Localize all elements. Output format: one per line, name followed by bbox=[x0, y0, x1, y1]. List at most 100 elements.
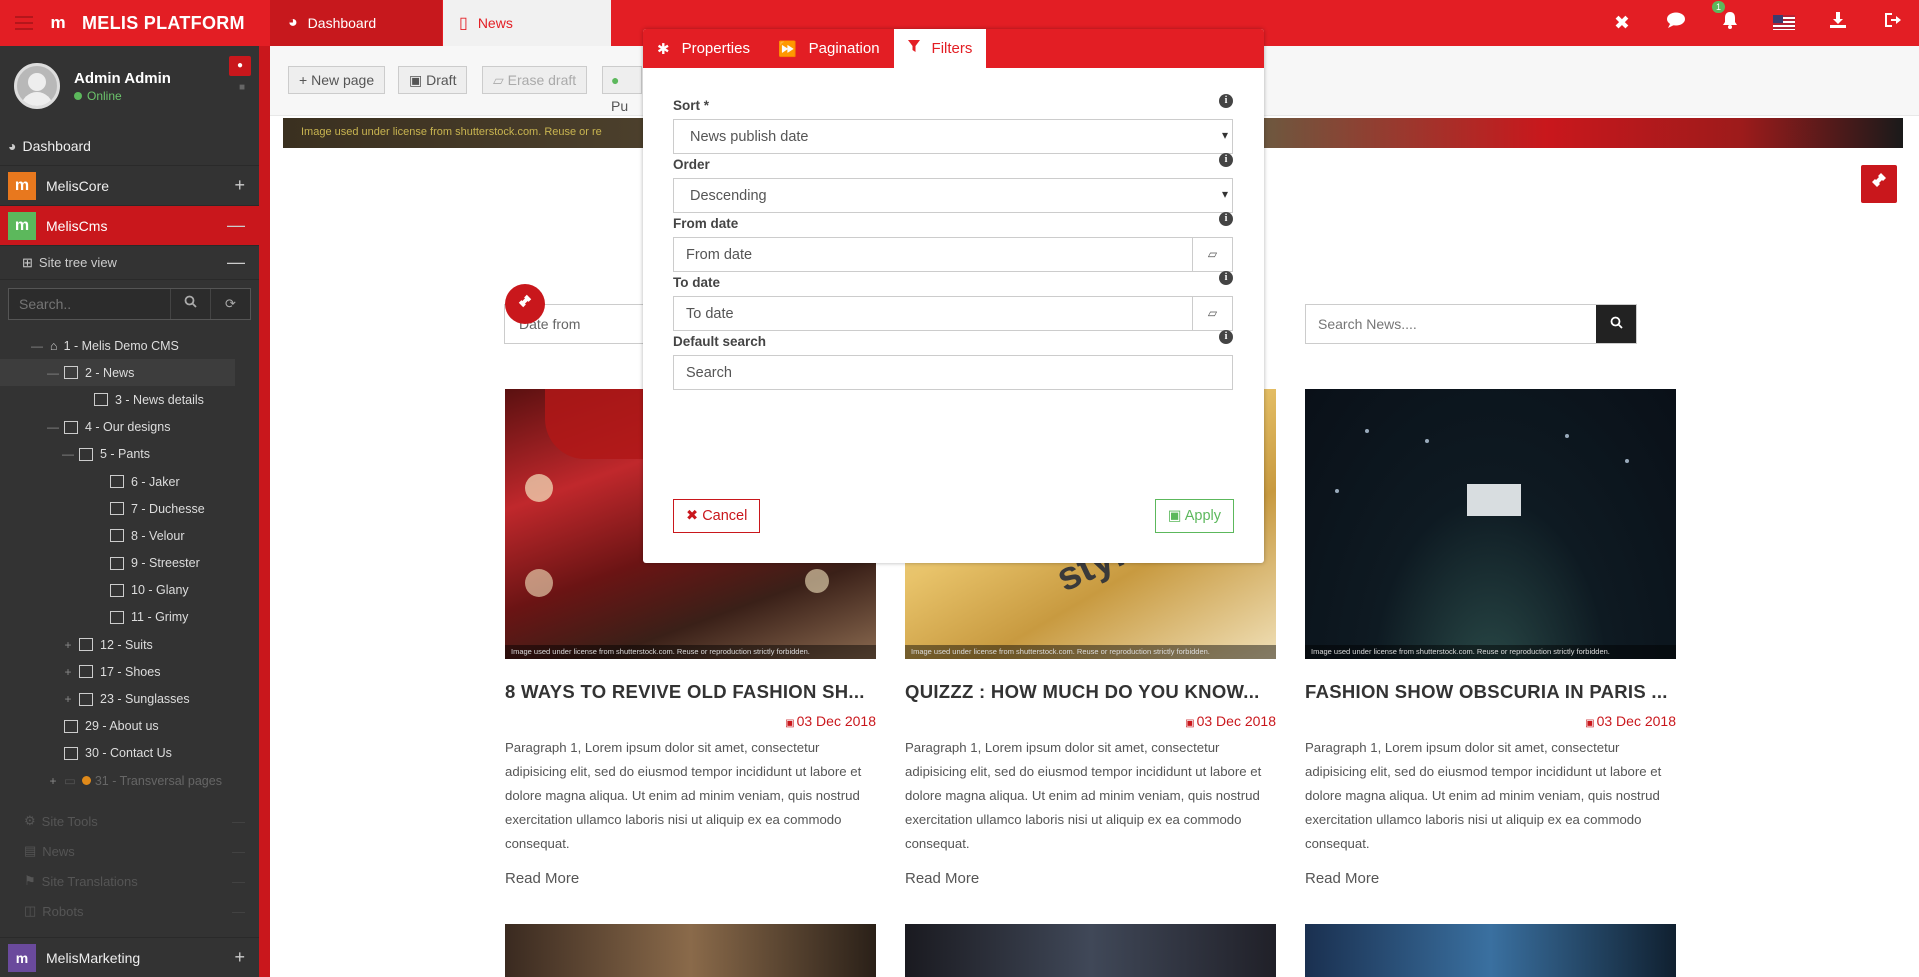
news-title[interactable]: 8 WAYS TO REVIVE OLD FASHION SH... bbox=[505, 681, 876, 703]
sidebar-resize-handle[interactable] bbox=[259, 46, 270, 977]
search-icon[interactable] bbox=[1596, 305, 1636, 343]
tree-node[interactable]: + 17 - Shoes bbox=[0, 658, 259, 685]
lock-icon[interactable]: ■ bbox=[239, 82, 245, 93]
search-icon[interactable] bbox=[170, 289, 210, 319]
collapse-icon[interactable]: — bbox=[227, 215, 245, 236]
apply-button[interactable]: ▣ Apply bbox=[1154, 499, 1234, 533]
expand-icon[interactable]: + bbox=[61, 638, 75, 652]
tree-node[interactable]: 6 - Jaker bbox=[0, 468, 259, 495]
tree-node[interactable]: 10 - Glany bbox=[0, 577, 259, 604]
collapse-icon[interactable]: — bbox=[232, 814, 245, 829]
sort-select[interactable]: News publish date bbox=[673, 119, 1233, 154]
tree-node[interactable]: + 12 - Suits bbox=[0, 631, 259, 658]
collapse-icon[interactable]: — bbox=[232, 904, 245, 919]
news-search-input[interactable] bbox=[1306, 305, 1596, 343]
sidebar-item-site-tree-view[interactable]: ⊞ Site tree view — bbox=[0, 246, 259, 280]
tree-node[interactable]: 3 - News details bbox=[0, 386, 259, 413]
info-icon[interactable]: i bbox=[1219, 94, 1233, 108]
tree-node[interactable]: 9 - Streester bbox=[0, 550, 259, 577]
tree-node[interactable]: 11 - Grimy bbox=[0, 604, 259, 631]
menu-toggle-icon[interactable] bbox=[0, 16, 48, 30]
sidebar-item-news[interactable]: ▤ News — bbox=[0, 836, 259, 866]
news-image[interactable] bbox=[905, 924, 1276, 977]
publish-button[interactable]: ● Pu bbox=[602, 66, 642, 114]
tab-dashboard[interactable]: ◕ Dashboard bbox=[270, 0, 442, 46]
expand-icon[interactable]: + bbox=[61, 692, 75, 706]
sidebar-item-melismarketing[interactable]: m MelisMarketing + bbox=[0, 937, 259, 977]
new-page-button[interactable]: + New page bbox=[288, 66, 386, 94]
read-more-link[interactable]: Read More bbox=[505, 870, 876, 887]
expand-icon[interactable]: + bbox=[46, 774, 60, 788]
order-select[interactable]: Descending bbox=[673, 178, 1233, 213]
collapse-icon[interactable]: — bbox=[232, 844, 245, 859]
sidebar-item-site-translations[interactable]: ⚑ Site Translations — bbox=[0, 866, 259, 896]
plugin-menu-button[interactable] bbox=[1861, 165, 1897, 203]
tab-pagination[interactable]: ⏩ Pagination bbox=[764, 29, 894, 68]
info-icon[interactable]: i bbox=[1219, 153, 1233, 167]
collapse-icon[interactable]: — bbox=[232, 874, 245, 889]
tab-filters[interactable]: Filters bbox=[893, 29, 987, 68]
read-more-link[interactable]: Read More bbox=[905, 870, 1276, 887]
expand-icon[interactable]: + bbox=[234, 175, 245, 196]
news-title[interactable]: QUIZZZ : HOW MUCH DO YOU KNOW... bbox=[905, 681, 1276, 703]
draft-button[interactable]: ▣ Draft bbox=[398, 66, 468, 94]
collapse-icon[interactable]: — bbox=[46, 420, 60, 434]
user-icon[interactable]: ● bbox=[229, 56, 251, 76]
eraser-icon[interactable]: ▱ bbox=[1192, 238, 1232, 271]
sidebar-item-site-tools[interactable]: ⚙ Site Tools — bbox=[0, 806, 259, 836]
tree-node[interactable]: — 2 - News bbox=[0, 359, 235, 387]
read-more-link[interactable]: Read More bbox=[1305, 870, 1676, 887]
language-flag-icon[interactable] bbox=[1757, 12, 1811, 34]
download-icon[interactable] bbox=[1811, 10, 1865, 36]
tree-node[interactable]: — 5 - Pants bbox=[0, 441, 259, 468]
close-all-tabs-icon[interactable]: ✖ bbox=[1595, 12, 1649, 35]
tab-properties[interactable]: ✱ Properties bbox=[643, 29, 764, 68]
news-image[interactable] bbox=[505, 924, 876, 977]
logout-icon[interactable] bbox=[1865, 10, 1919, 36]
sidebar-item-robots[interactable]: ◫ Robots — bbox=[0, 896, 259, 926]
news-card: Image used under license from shuttersto… bbox=[1305, 389, 1676, 887]
erase-draft-label: Erase draft bbox=[507, 72, 577, 88]
sidebar-item-dashboard[interactable]: ◕ Dashboard bbox=[0, 126, 259, 166]
tree-node[interactable]: + ▭ 31 - Transversal pages bbox=[0, 767, 259, 794]
news-image[interactable]: Image used under license from shuttersto… bbox=[1305, 389, 1676, 659]
chat-icon[interactable] bbox=[1649, 11, 1703, 35]
info-icon[interactable]: i bbox=[1219, 271, 1233, 285]
collapse-icon[interactable]: — bbox=[227, 252, 245, 273]
tree-node-label: 10 - Glany bbox=[131, 583, 189, 598]
avatar[interactable] bbox=[14, 63, 60, 109]
tree-node[interactable]: 29 - About us bbox=[0, 713, 259, 740]
sidebar-item-label: MelisCms bbox=[46, 217, 108, 234]
erase-draft-button[interactable]: ▱ Erase draft bbox=[482, 66, 588, 94]
news-title[interactable]: FASHION SHOW OBSCURIA IN PARIS ... bbox=[1305, 681, 1676, 703]
eraser-icon[interactable]: ▱ bbox=[1192, 297, 1232, 330]
from-date-input[interactable]: From date ▱ bbox=[673, 237, 1233, 272]
tree-node[interactable]: — ⌂ 1 - Melis Demo CMS bbox=[0, 332, 259, 359]
eraser-icon: ▱ bbox=[493, 72, 508, 88]
expand-icon[interactable]: + bbox=[61, 665, 75, 679]
info-icon[interactable]: i bbox=[1219, 330, 1233, 344]
plugin-edit-icon[interactable] bbox=[505, 284, 545, 324]
news-image[interactable] bbox=[1305, 924, 1676, 977]
collapse-icon[interactable]: — bbox=[61, 447, 75, 461]
cancel-button[interactable]: ✖ Cancel bbox=[673, 499, 761, 533]
default-search-input[interactable]: Search bbox=[673, 355, 1233, 390]
sidebar-item-meliscore[interactable]: m MelisCore + bbox=[0, 166, 259, 206]
tree-node[interactable]: — 4 - Our designs bbox=[0, 414, 259, 441]
collapse-icon[interactable]: — bbox=[30, 339, 44, 353]
cancel-label: Cancel bbox=[702, 508, 748, 524]
sidebar-item-meliscms[interactable]: m MelisCms — bbox=[0, 206, 259, 246]
to-date-input[interactable]: To date ▱ bbox=[673, 296, 1233, 331]
from-date-label: From date bbox=[673, 216, 739, 231]
collapse-icon[interactable]: — bbox=[46, 366, 60, 380]
tab-news[interactable]: ▯ News bbox=[443, 0, 611, 46]
tree-search-input[interactable] bbox=[9, 289, 170, 319]
tree-node[interactable]: + 23 - Sunglasses bbox=[0, 685, 259, 712]
info-icon[interactable]: i bbox=[1219, 212, 1233, 226]
tree-node[interactable]: 7 - Duchesse bbox=[0, 495, 259, 522]
tree-node[interactable]: 30 - Contact Us bbox=[0, 740, 259, 767]
expand-icon[interactable]: + bbox=[234, 947, 245, 968]
tree-node[interactable]: 8 - Velour bbox=[0, 522, 259, 549]
refresh-icon[interactable]: ⟳ bbox=[210, 289, 250, 319]
notifications-icon[interactable]: 1 bbox=[1703, 1, 1757, 36]
